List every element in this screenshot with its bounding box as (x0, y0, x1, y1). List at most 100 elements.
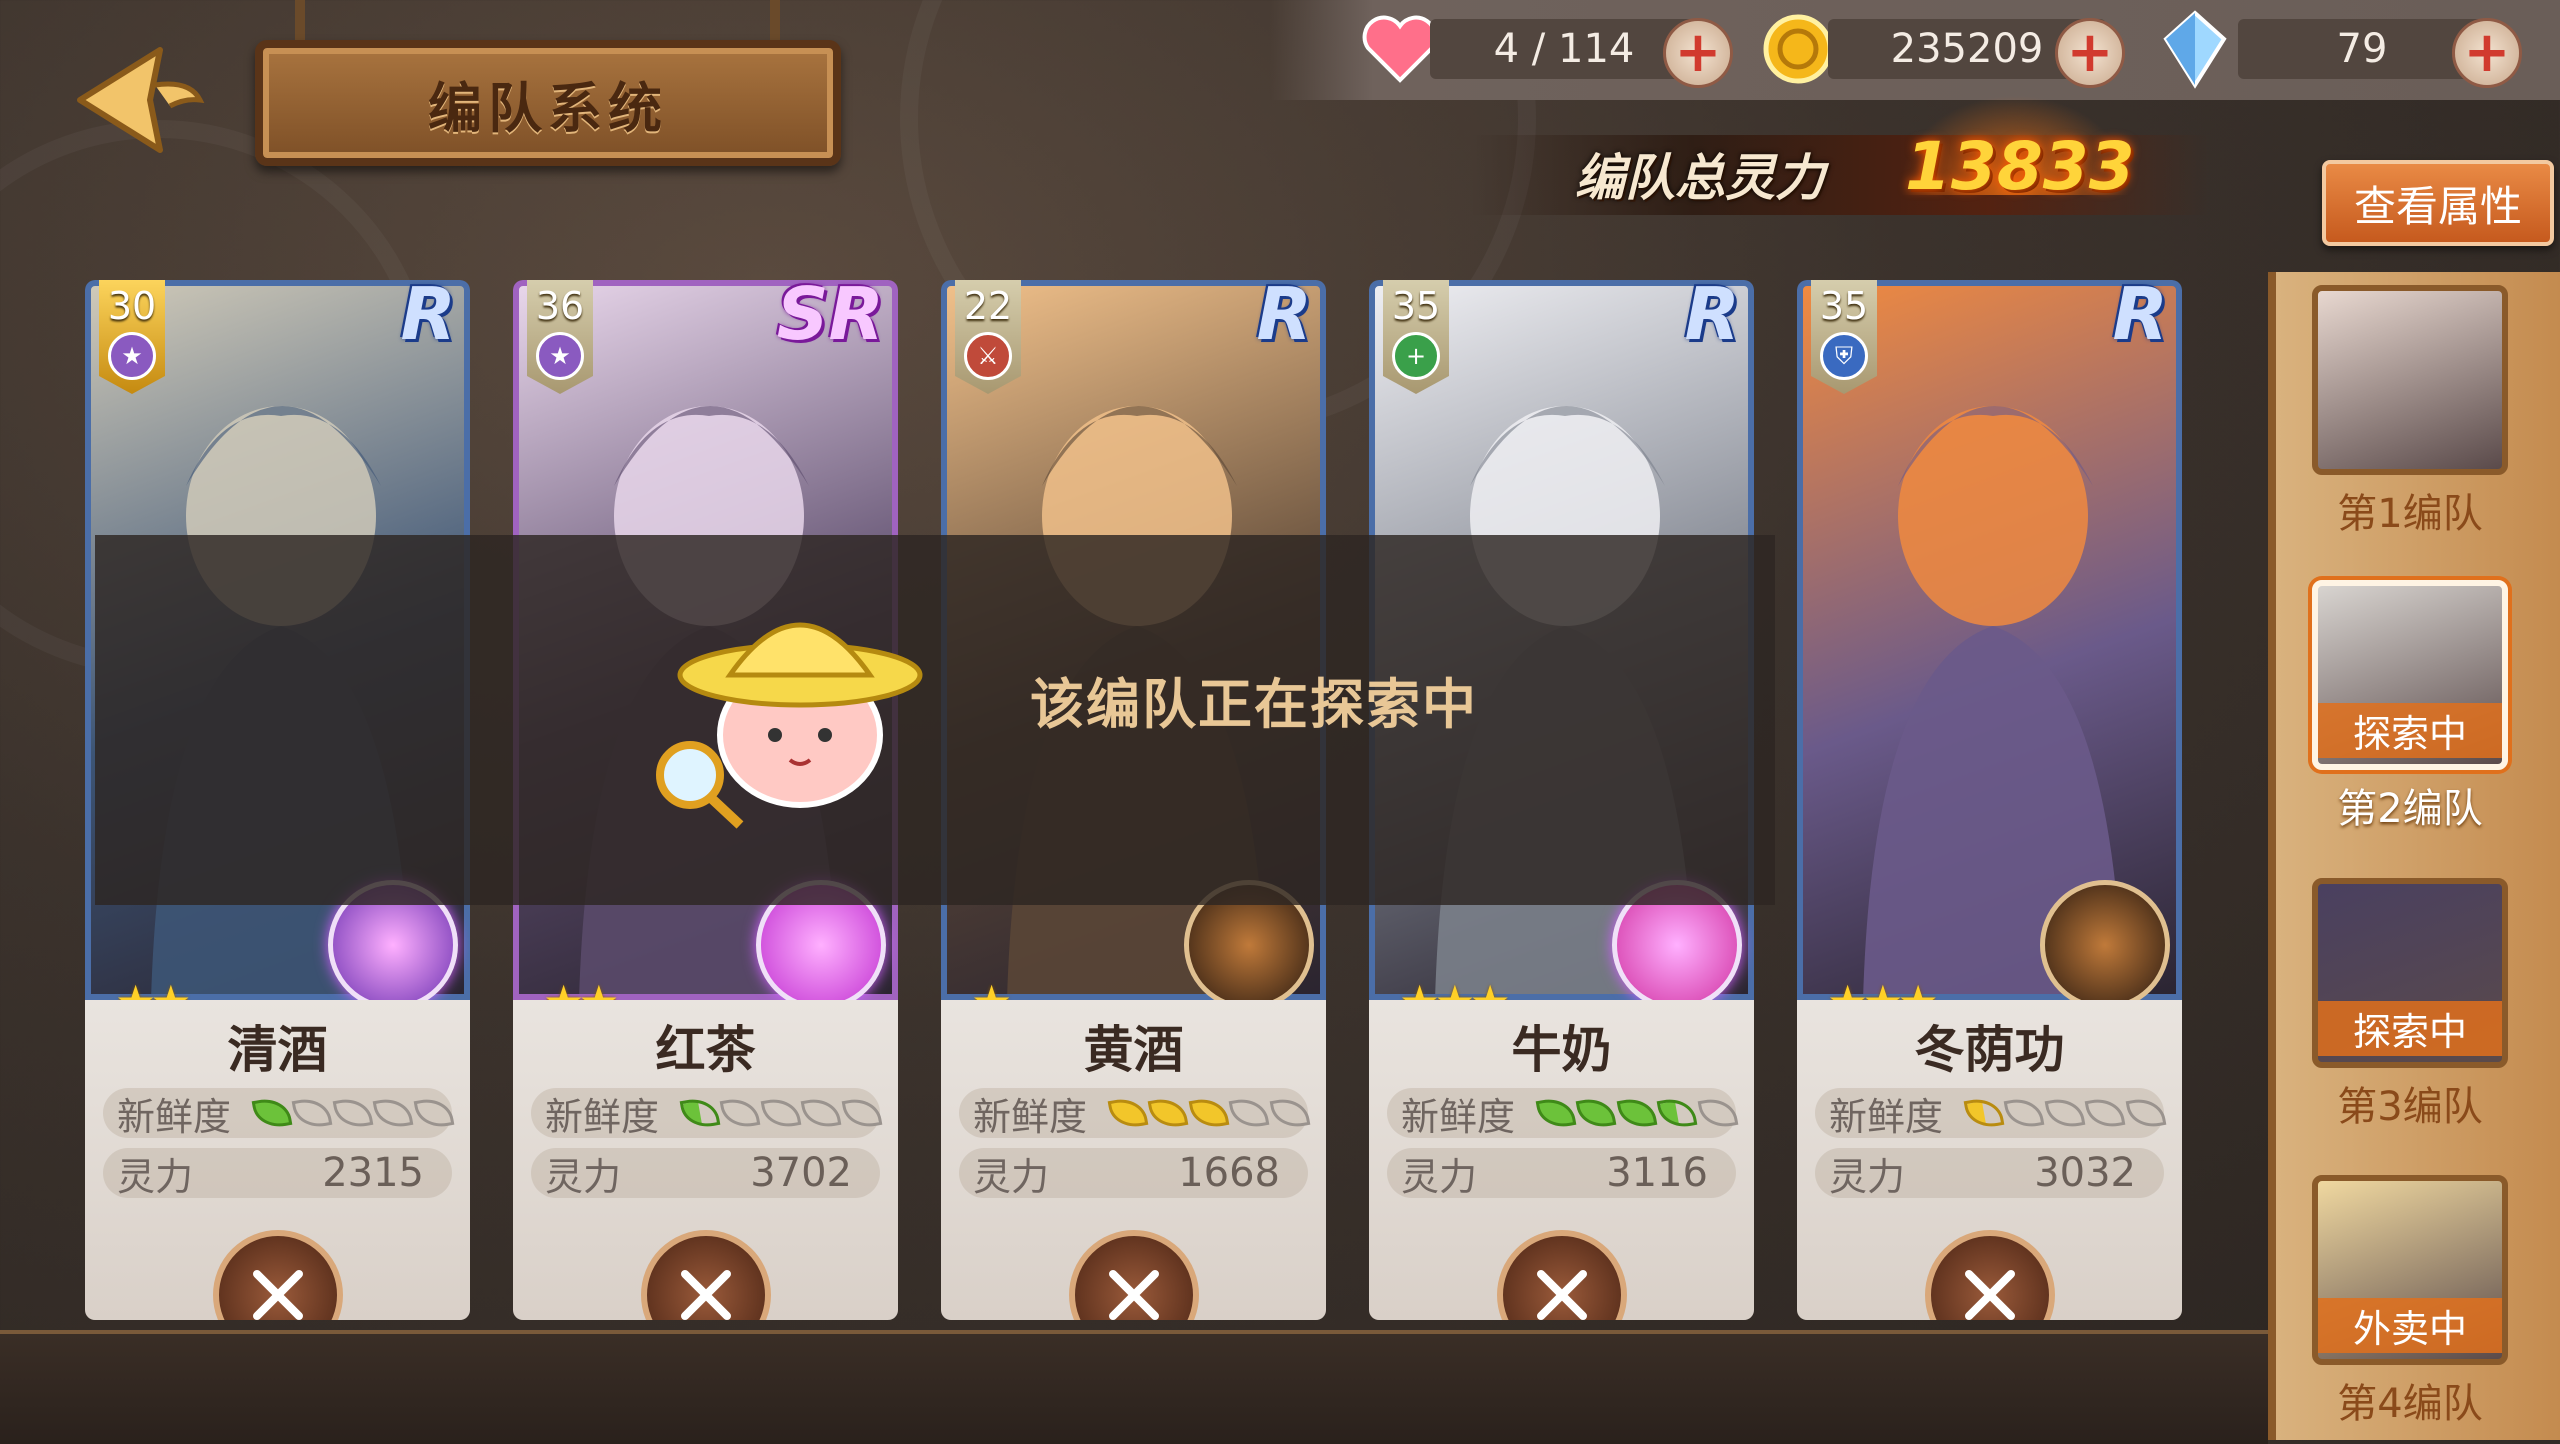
team-slot-3[interactable]: 探索中 第3编队 (2312, 878, 2508, 1132)
power-label: 灵力 (973, 1154, 1050, 1199)
power-value: 3702 (750, 1150, 852, 1196)
fork-knife-icon (1536, 1270, 1587, 1320)
freshness-leaf-icon (332, 1095, 374, 1131)
team-leader-portrait: 外卖中 (2312, 1175, 2508, 1365)
team-label: 第2编队 (2337, 786, 2483, 832)
rarity-badge: R (1684, 280, 1740, 356)
add-stamina-button[interactable]: + (1663, 18, 1733, 88)
team-leader-portrait (2312, 285, 2508, 475)
fork-knife-icon (252, 1270, 303, 1320)
power-label: 灵力 (117, 1154, 194, 1199)
level-badge: 22 ⚔ (955, 280, 1021, 394)
freshness-leaf-icon (1269, 1095, 1311, 1131)
level-badge: 36 ★ (527, 280, 593, 394)
freshness-label: 新鲜度 (545, 1094, 660, 1139)
back-button[interactable] (60, 40, 210, 160)
team-slot-4[interactable]: 外卖中 第4编队 (2312, 1175, 2508, 1429)
add-gold-button[interactable]: + (2055, 18, 2125, 88)
power-label: 灵力 (1829, 1154, 1906, 1199)
team-leader-portrait: 探索中 (2312, 580, 2508, 770)
character-name: 红茶 (655, 1021, 756, 1079)
freshness-leaf-icon (292, 1095, 334, 1131)
title-board: 编队系统 (255, 40, 841, 166)
freshness-leaf-icon (760, 1095, 802, 1131)
freshness-leaf-icon (1107, 1095, 1149, 1131)
power-value: 3032 (2034, 1150, 2136, 1196)
level-value: 22 (963, 284, 1013, 328)
team-label: 第3编队 (2337, 1084, 2483, 1130)
freshness-leaf-icon (2084, 1095, 2126, 1131)
freshness-leaf-icon (2125, 1095, 2167, 1131)
level-badge: 35 + (1383, 280, 1449, 394)
level-value: 35 (1819, 284, 1869, 328)
rarity-badge: R (1256, 280, 1312, 356)
freshness-leaf-icon (1148, 1095, 1190, 1131)
freshness-row: 新鲜度 (959, 1088, 1311, 1139)
add-crystal-button[interactable]: + (2452, 18, 2522, 88)
level-badge: 30 ★ (99, 280, 165, 394)
freshness-row: 新鲜度 (103, 1088, 455, 1139)
total-power-value: 13833 (1905, 128, 2135, 205)
bottom-decoration (0, 1330, 2268, 1444)
heal-class-icon: + (1392, 332, 1440, 380)
fork-knife-icon (1108, 1270, 1159, 1320)
power-row: 灵力 3032 (1815, 1148, 2164, 1199)
character-name: 冬荫功 (1914, 1021, 2065, 1079)
freshness-leaf-icon (1616, 1095, 1658, 1131)
power-value: 2315 (322, 1150, 424, 1196)
resource-stamina: 4 / 114 (1360, 14, 1698, 84)
team-slot-2[interactable]: 探索中 第2编队 (2312, 580, 2508, 834)
crystal-icon (2163, 10, 2227, 89)
freshness-leaf-icon (1535, 1095, 1577, 1131)
team-status-badge: 探索中 (2318, 1001, 2502, 1056)
team-status-badge: 探索中 (2318, 703, 2502, 758)
freshness-leaf-icon (2044, 1095, 2086, 1131)
exploring-message: 该编队正在探索中 (1030, 673, 1478, 736)
team-slot-1[interactable]: 第1编队 (2312, 285, 2508, 539)
character-name: 黄酒 (1083, 1021, 1184, 1079)
heart-icon (1362, 15, 1438, 83)
star-class-icon: ★ (108, 332, 156, 380)
freshness-label: 新鲜度 (1829, 1094, 1944, 1139)
team-leader-portrait: 探索中 (2312, 878, 2508, 1068)
character-card[interactable]: 35 ⛨ R ★★★ 冬荫功 新鲜度 灵力 3032 (1797, 280, 2182, 1320)
freshness-leaf-icon (251, 1095, 293, 1131)
power-label: 灵力 (545, 1154, 622, 1199)
crystal-value: 79 (2238, 19, 2486, 79)
freshness-leaf-icon (1697, 1095, 1739, 1131)
character-name: 牛奶 (1511, 1021, 1612, 1079)
fork-knife-icon (680, 1270, 731, 1320)
freshness-leaf-icon (2004, 1095, 2046, 1131)
freshness-label: 新鲜度 (117, 1094, 232, 1139)
freshness-label: 新鲜度 (973, 1094, 1088, 1139)
power-label: 灵力 (1401, 1154, 1478, 1199)
freshness-leaf-icon (1188, 1095, 1230, 1131)
back-arrow-icon (77, 47, 205, 153)
team-status-badge: 外卖中 (2318, 1298, 2502, 1353)
exploring-overlay (95, 535, 1775, 905)
freshness-leaf-icon (372, 1095, 414, 1131)
freshness-row: 新鲜度 (531, 1088, 883, 1139)
resource-gold: 235209 (1760, 14, 2106, 84)
level-value: 36 (535, 284, 585, 328)
freshness-row: 新鲜度 (1815, 1088, 2167, 1139)
skill-orb-icon[interactable] (2040, 880, 2170, 1010)
level-value: 30 (107, 284, 157, 328)
resource-crystal: 79 (2160, 10, 2486, 89)
team-label: 第1编队 (2337, 491, 2483, 537)
freshness-leaf-icon (413, 1095, 455, 1131)
view-attributes-button[interactable]: 查看属性 (2322, 160, 2554, 246)
explorer-chibi-icon (650, 585, 930, 855)
stamina-value: 4 / 114 (1430, 19, 1698, 79)
rarity-badge: R (2112, 280, 2168, 356)
freshness-leaf-icon (720, 1095, 762, 1131)
character-name: 清酒 (227, 1021, 328, 1079)
fork-knife-icon (1964, 1270, 2015, 1320)
shield-class-icon: ⛨ (1820, 332, 1868, 380)
level-badge: 35 ⛨ (1811, 280, 1877, 394)
rarity-badge: SR (776, 280, 884, 356)
power-row: 灵力 3116 (1387, 1148, 1736, 1199)
freshness-leaf-icon (1228, 1095, 1270, 1131)
freshness-leaf-icon (1576, 1095, 1618, 1131)
gold-coin-icon (1763, 14, 1833, 84)
